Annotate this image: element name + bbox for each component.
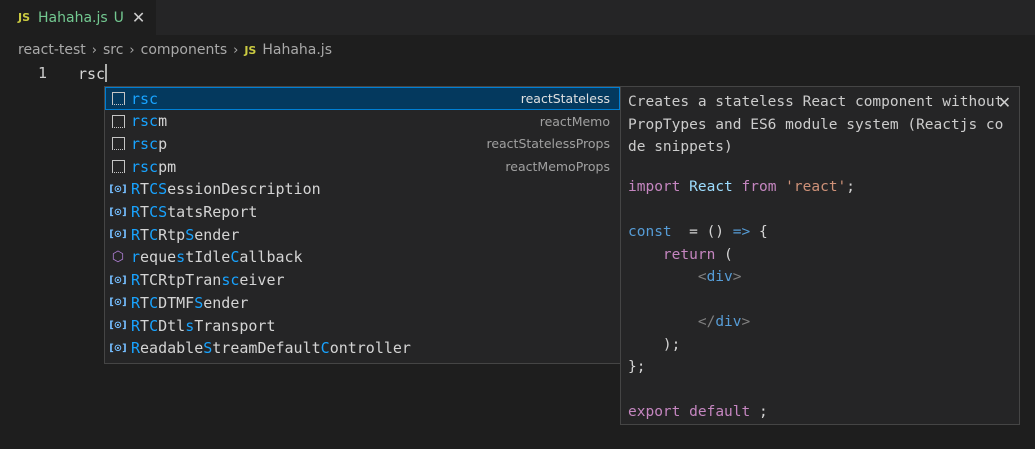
variable-icon: [⊙]: [109, 206, 127, 218]
variable-icon: [⊙]: [109, 297, 127, 309]
suggestion-label: rscp: [131, 134, 168, 153]
code-token: ;: [846, 179, 856, 195]
chevron-right-icon: ›: [129, 42, 135, 58]
text-cursor: [105, 64, 108, 82]
close-icon[interactable]: ✕: [998, 93, 1011, 112]
suggestion-detail: reactMemo: [539, 113, 610, 129]
code-token: from: [741, 179, 777, 195]
suggest-details: Creates a stateless React component with…: [620, 86, 1020, 425]
suggestion-label: RTCStatsReport: [131, 203, 258, 221]
variable-icon: [⊙]: [109, 229, 127, 241]
tab-title: Hahaha.js: [38, 9, 108, 26]
chevron-right-icon: ›: [233, 42, 239, 58]
breadcrumb: react-test › src › components › JS Hahah…: [18, 39, 332, 61]
suggestion-item[interactable]: [⊙] RTCDtlsTransport: [105, 314, 620, 337]
suggestion-label: RTCSessionDescription: [131, 180, 321, 199]
suggestion-item[interactable]: rscm reactMemo: [105, 110, 620, 133]
suggestion-label: requestIdleCallback: [131, 248, 303, 267]
suggestion-item[interactable]: rsc reactStateless: [105, 87, 620, 110]
code-token: </: [697, 314, 716, 330]
editor-line-text: rsc: [78, 65, 106, 83]
variable-icon: [⊙]: [109, 274, 127, 286]
code-token: );: [662, 336, 681, 353]
code-token: React: [689, 179, 733, 195]
code-token: =>: [732, 224, 751, 240]
breadcrumb-src[interactable]: src: [103, 42, 123, 58]
suggestion-label: rsc: [131, 89, 159, 108]
method-icon: ⬡: [111, 249, 125, 266]
code-token: 'react': [785, 179, 847, 195]
snippet-description: Creates a stateless React component with…: [628, 94, 1004, 155]
code-token: const: [628, 224, 672, 240]
breadcrumb-components[interactable]: components: [141, 42, 228, 58]
js-file-icon: JS: [244, 43, 257, 57]
js-file-icon: JS: [18, 11, 31, 24]
untracked-status-badge: U: [113, 9, 124, 26]
code-token: div: [715, 314, 742, 330]
code-token: import: [628, 179, 681, 195]
suggestion-item[interactable]: [⊙] RTCStatsReport: [105, 201, 620, 224]
tab-hahaha-js[interactable]: JS Hahaha.js U ✕: [0, 0, 156, 35]
variable-icon: [⊙]: [109, 320, 127, 331]
suggestion-detail: reactMemoProps: [505, 159, 610, 175]
code-token: = (): [671, 224, 733, 240]
suggestion-item[interactable]: rscp reactStatelessProps: [105, 132, 620, 155]
editor-line[interactable]: rsc: [78, 64, 108, 83]
suggestion-label: ReadableStreamDefaultController: [131, 339, 411, 358]
suggestion-item[interactable]: [⊙] ReadableStreamDefaultController: [105, 337, 620, 360]
suggestion-label: RTCRtpTransceiver: [131, 271, 285, 290]
variable-icon: [⊙]: [109, 183, 127, 195]
breadcrumb-file[interactable]: Hahaha.js: [262, 42, 332, 58]
line-number: 1: [38, 64, 48, 82]
suggestion-item[interactable]: [⊙] RTCSessionDescription: [105, 178, 620, 201]
code-token: (: [715, 246, 733, 263]
suggestion-label: rscm: [131, 112, 168, 131]
suggestion-item[interactable]: rscpm reactMemoProps: [105, 155, 620, 178]
code-token: ;: [750, 404, 768, 420]
suggestion-item[interactable]: [⊙] RTCRtpSender: [105, 223, 620, 246]
snippet-preview: import React from 'react'; const = () =>…: [628, 176, 855, 424]
close-icon[interactable]: ✕: [132, 8, 145, 27]
suggestion-detail: reactStatelessProps: [486, 136, 610, 152]
code-token: >: [732, 269, 742, 285]
chevron-right-icon: ›: [91, 42, 97, 58]
snippet-icon: [109, 90, 127, 108]
snippet-icon: [109, 135, 127, 153]
breadcrumb-react-test[interactable]: react-test: [18, 42, 86, 58]
suggest-widget: rsc reactStateless rscm reactMemo rscp reactS…: [104, 86, 621, 364]
code-token: export: [628, 404, 681, 420]
code-token: <: [697, 269, 707, 285]
code-token: >: [741, 314, 751, 330]
code-token: {: [750, 224, 768, 240]
suggestion-item[interactable]: [⊙] RTCRtpTransceiver: [105, 269, 620, 292]
snippet-icon: [109, 112, 127, 130]
suggestion-label: RTCRtpSender: [131, 225, 240, 244]
code-token: default: [689, 404, 751, 420]
suggestion-label: rscpm: [131, 157, 177, 176]
suggestion-label: RTCDtlsTransport: [131, 316, 276, 335]
code-token: };: [628, 359, 646, 375]
snippet-icon: [109, 158, 127, 176]
variable-icon: [⊙]: [109, 342, 127, 354]
suggestion-label: RTCDTMFSender: [131, 293, 249, 312]
code-token: div: [706, 269, 733, 285]
suggestion-detail: reactStateless: [520, 91, 610, 106]
code-token: return: [662, 246, 716, 263]
tab-bar: JS Hahaha.js U ✕: [0, 0, 1035, 35]
suggestion-item[interactable]: [⊙] RTCDTMFSender: [105, 291, 620, 314]
suggestion-item[interactable]: ⬡ requestIdleCallback: [105, 246, 620, 269]
